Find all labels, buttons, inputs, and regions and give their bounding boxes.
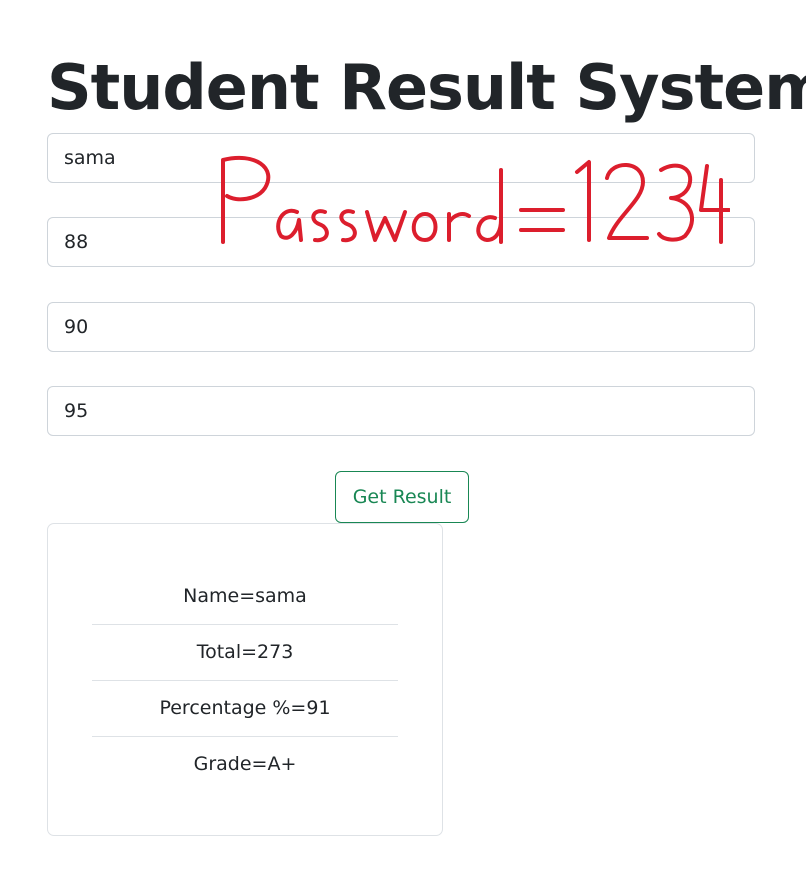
- mark-3-input[interactable]: [47, 386, 755, 436]
- page: Student Result System Get Result Name=sa…: [0, 0, 806, 877]
- result-total: Total=273: [92, 625, 398, 681]
- result-name: Name=sama: [92, 569, 398, 625]
- name-input[interactable]: [47, 133, 755, 183]
- mark-2-input[interactable]: [47, 302, 755, 352]
- page-title: Student Result System: [47, 51, 806, 124]
- result-card: Name=sama Total=273 Percentage %=91 Grad…: [47, 523, 443, 836]
- result-grade: Grade=A+: [193, 753, 297, 775]
- result-list: Name=sama Total=273 Percentage %=91 Grad…: [92, 569, 398, 792]
- get-result-button[interactable]: Get Result: [335, 471, 469, 523]
- mark-1-input[interactable]: [47, 217, 755, 267]
- result-percentage: Percentage %=91: [92, 681, 398, 737]
